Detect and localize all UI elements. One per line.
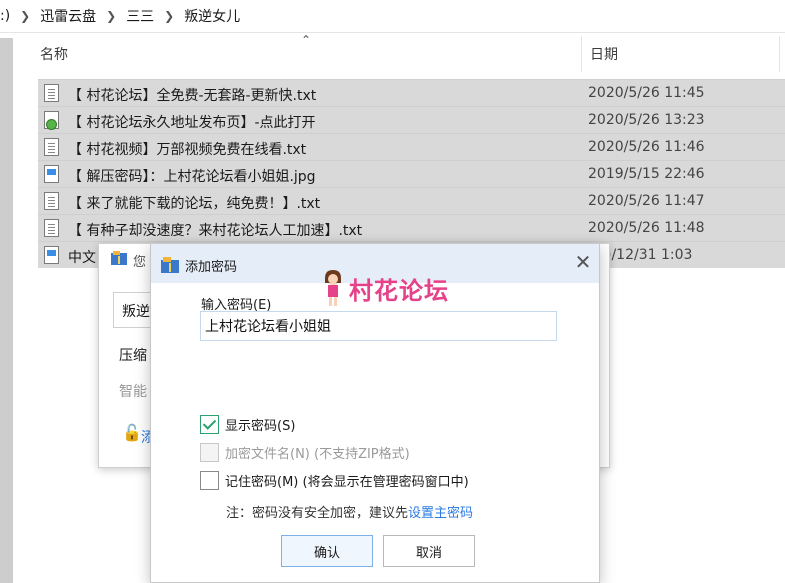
show-password-option[interactable]: 显示密码(S) <box>200 413 295 435</box>
show-password-checkbox[interactable] <box>200 414 219 434</box>
encrypt-filenames-option: 加密文件名(N) (不支持ZIP格式) <box>200 441 410 463</box>
close-icon[interactable]: ✕ <box>573 252 593 273</box>
image-file-icon <box>44 246 59 264</box>
file-name: 【 村花论坛永久地址发布页】-点此打开 <box>68 115 316 131</box>
lock-icon: 🔓 <box>122 423 142 442</box>
remember-password-label: 记住密码(M) (将会显示在管理密码窗口中) <box>225 474 469 490</box>
file-list: 【 村花论坛】全免费-无套路-更新快.txt 2020/5/26 11:45 【… <box>38 79 785 268</box>
file-name: 【 有种子却没速度？来村花论坛人工加速】.txt <box>68 223 363 239</box>
security-note: 注：密码没有安全加密，建议先设置主密码 <box>226 502 473 521</box>
navigation-pane-scrollbar[interactable] <box>0 38 13 583</box>
text-file-icon <box>44 192 59 210</box>
file-name: 【 村花视频】万部视频免费在线看.txt <box>68 142 307 158</box>
archive-app-icon <box>161 257 179 273</box>
file-row[interactable]: 【 解压密码】：上村花论坛看小姐姐.jpg 2019/5/15 22:46 <box>38 160 785 187</box>
column-header-date[interactable]: 日期 <box>581 36 779 72</box>
text-file-icon <box>44 219 59 237</box>
file-date: 2020/5/26 13:23 <box>588 112 705 128</box>
password-input[interactable] <box>200 311 557 341</box>
dialog-title: 您 <box>133 255 147 270</box>
confirm-button[interactable]: 确认 <box>281 535 373 567</box>
column-header-name[interactable]: 名称 <box>40 36 580 72</box>
text-file-icon <box>44 138 59 156</box>
file-date: )/12/31 1:03 <box>606 247 693 263</box>
file-date: 2020/5/26 11:45 <box>588 85 705 101</box>
breadcrumb-drive[interactable]: :) <box>0 8 16 24</box>
note-text: 注：密码没有安全加密，建议先 <box>226 506 409 521</box>
add-password-dialog: 添加密码 ✕ 村花论坛 输入密码(E) 显示密码(S) 加密文件名(N) (不支… <box>150 243 600 583</box>
file-date: 2020/5/26 11:47 <box>588 193 705 209</box>
breadcrumb-item[interactable]: 迅雷云盘 <box>34 6 102 26</box>
encrypt-filenames-checkbox <box>200 442 219 462</box>
remember-password-option[interactable]: 记住密码(M) (将会显示在管理密码窗口中) <box>200 469 469 491</box>
breadcrumb-item[interactable]: 叛逆女儿 <box>178 6 246 26</box>
file-name: 【 来了就能下载的论坛，纯免费！】.txt <box>68 196 321 212</box>
explorer-window: :) ❯ 迅雷云盘 ❯ 三三 ❯ 叛逆女儿 ⌃ 名称 日期 【 村花论坛】全免费… <box>0 0 785 583</box>
file-row[interactable]: 【 村花视频】万部视频免费在线看.txt 2020/5/26 11:46 <box>38 133 785 160</box>
smart-label: 智能 <box>119 384 147 400</box>
text-file-icon <box>44 84 59 102</box>
file-name: 【 解压密码】：上村花论坛看小姐姐.jpg <box>68 169 316 185</box>
chevron-right-icon: ❯ <box>20 9 31 23</box>
encrypt-filenames-label: 加密文件名(N) (不支持ZIP格式) <box>225 446 410 462</box>
set-master-password-link[interactable]: 设置主密码 <box>408 506 473 521</box>
file-date: 2020/5/26 11:48 <box>588 220 705 236</box>
cancel-button[interactable]: 取消 <box>383 535 475 567</box>
show-password-label: 显示密码(S) <box>225 418 296 434</box>
file-name: 【 村花论坛】全免费-无套路-更新快.txt <box>68 88 317 104</box>
file-date: 2020/5/26 11:46 <box>588 139 705 155</box>
watermark-logo-text: 村花论坛 <box>349 277 449 305</box>
mascot-logo <box>325 270 341 306</box>
url-shortcut-icon <box>44 111 59 130</box>
column-divider <box>779 36 780 72</box>
file-row[interactable]: 【 村花论坛永久地址发布页】-点此打开 2020/5/26 13:23 <box>38 106 785 133</box>
chevron-right-icon: ❯ <box>164 9 175 23</box>
breadcrumb-item[interactable]: 三三 <box>120 6 160 26</box>
file-date: 2019/5/15 22:46 <box>588 166 705 182</box>
file-row[interactable]: 【 村花论坛】全免费-无套路-更新快.txt 2020/5/26 11:45 <box>38 79 785 106</box>
breadcrumb: :) ❯ 迅雷云盘 ❯ 三三 ❯ 叛逆女儿 <box>0 0 785 33</box>
file-row[interactable]: 【 来了就能下载的论坛，纯免费！】.txt 2020/5/26 11:47 <box>38 187 785 214</box>
file-name: 中文 <box>68 250 96 266</box>
image-file-icon <box>44 165 59 183</box>
compress-label: 压缩 <box>119 348 147 364</box>
archive-app-icon <box>111 251 127 265</box>
dialog-title: 添加密码 <box>185 260 238 275</box>
remember-password-checkbox[interactable] <box>200 470 219 490</box>
file-row[interactable]: 【 有种子却没速度？来村花论坛人工加速】.txt 2020/5/26 11:48 <box>38 214 785 241</box>
chevron-right-icon: ❯ <box>106 9 117 23</box>
